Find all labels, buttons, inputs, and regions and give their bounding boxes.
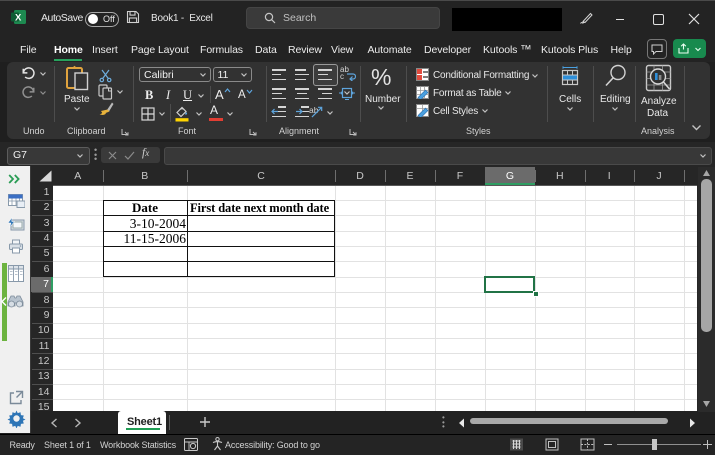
svg-text:X: X [15,13,22,24]
